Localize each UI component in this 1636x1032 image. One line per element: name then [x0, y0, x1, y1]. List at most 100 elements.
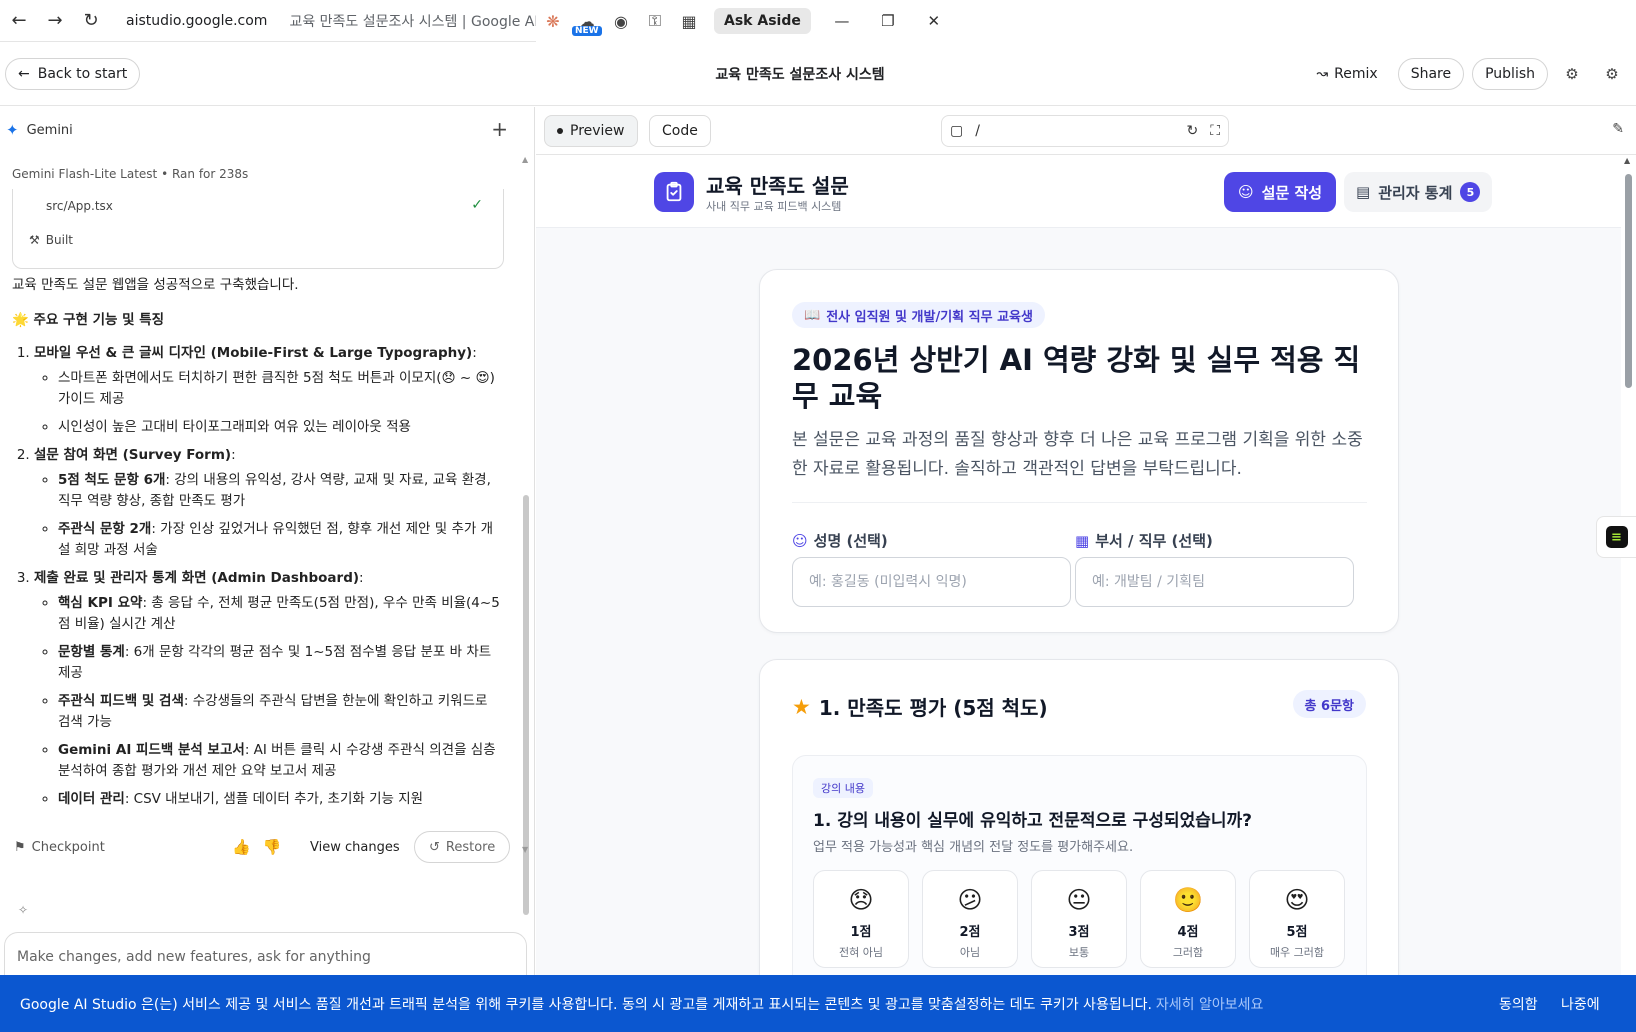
assistant-name: Gemini — [26, 122, 73, 138]
survey-write-button[interactable]: ☺ 설문 작성 — [1224, 172, 1337, 212]
rating-option-1[interactable]: 😞 1점 전혀 아님 — [813, 870, 909, 968]
extension-new-icon[interactable]: ☁ NEW — [570, 4, 604, 38]
build-file[interactable]: src/App.tsx — [46, 199, 113, 213]
response-count-badge: 5 — [1460, 182, 1481, 202]
rating-option-5[interactable]: 😍 5점 매우 그러함 — [1249, 870, 1345, 968]
scroll-up-icon[interactable]: ▲ — [522, 155, 528, 164]
view-changes-button[interactable]: View changes — [310, 840, 400, 855]
rating-emoji-icon: 😕 — [957, 886, 983, 914]
rating-option-4[interactable]: 🙂 4점 그러함 — [1140, 870, 1236, 968]
restore-label: Restore — [445, 839, 496, 855]
puzzle-extensions-icon[interactable]: ▦ — [672, 4, 706, 38]
later-button[interactable]: 나중에 — [1561, 994, 1600, 1014]
rating-option-2[interactable]: 😕 2점 아님 — [922, 870, 1018, 968]
checkpoint[interactable]: ⚑ Checkpoint — [14, 840, 105, 855]
minimize-icon[interactable]: — — [819, 0, 865, 42]
message-actions: ⚑ Checkpoint 👍 👎 View changes ↺ Restore — [14, 831, 511, 863]
dept-input[interactable] — [1075, 557, 1354, 607]
chat-panel: ✦ Gemini + Gemini Flash-Lite Latest • Ra… — [0, 107, 535, 975]
question-count-badge: 총 6문항 — [1292, 690, 1366, 718]
new-chat-plus-icon[interactable]: + — [491, 117, 508, 141]
scroll-down-icon[interactable]: ▼ — [522, 845, 528, 854]
ask-aside-button[interactable]: Ask Aside — [714, 8, 811, 34]
name-field-label: ☺ 성명 (선택) — [792, 530, 888, 551]
check-circle-icon: ✓ — [471, 197, 483, 213]
claude-extension-icon[interactable]: ❋ — [536, 4, 570, 38]
agree-button[interactable]: 동의함 — [1499, 994, 1538, 1014]
chat-scrollbar[interactable]: ▲ ▼ — [522, 155, 530, 915]
preview-toolbar: Preview Code ▢ / ↻ ⛶ ✎ — [536, 107, 1636, 155]
preview-scroll-thumb[interactable] — [1625, 174, 1632, 388]
address-bar[interactable]: aistudio.google.com — [126, 13, 267, 29]
back-arrow-icon[interactable]: ← — [2, 4, 36, 38]
restore-button[interactable]: ↺ Restore — [414, 831, 511, 863]
preview-scrollbar[interactable]: ▲ — [1621, 156, 1636, 975]
divider — [792, 502, 1367, 503]
annotate-pencil-icon[interactable]: ✎ — [1612, 121, 1624, 137]
feature-section-title: 제출 완료 및 관리자 통계 화면 (Admin Dashboard) — [34, 570, 360, 586]
feature-item: 시인성이 높은 고대비 타이포그래피와 여유 있는 레이아웃 적용 — [58, 417, 502, 438]
refresh-icon[interactable]: ↻ — [1186, 123, 1198, 139]
brand-title: 교육 만족도 설문 — [706, 174, 849, 198]
name-input[interactable] — [792, 557, 1071, 607]
extension-logo-icon: ≡ — [1605, 526, 1628, 548]
forward-arrow-icon[interactable]: → — [38, 4, 72, 38]
survey-app-navbar: 교육 만족도 설문 사내 직무 교육 피드백 시스템 ☺ 설문 작성 ▤ 관리자… — [536, 156, 1621, 228]
feature-item-text: : CSV 내보내기, 샘플 데이터 추가, 초기화 기능 지원 — [124, 791, 424, 807]
feature-item: Gemini AI 피드백 분석 보고서: AI 버튼 클릭 시 수강생 주관식… — [58, 740, 502, 782]
audience-label: 전사 임직원 및 개발/기획 직무 교육생 — [826, 309, 1033, 325]
remix-label: Remix — [1334, 66, 1378, 82]
cookie-banner: Google AI Studio 은(는) 서비스 제공 및 서비스 품질 개선… — [0, 975, 1636, 1032]
thumbs-up-icon[interactable]: 👍 — [232, 838, 251, 856]
admin-stats-button[interactable]: ▤ 관리자 통계 5 — [1344, 172, 1493, 212]
survey-description: 본 설문은 교육 과정의 품질 향상과 향후 더 나은 교육 프로그램 기획을 … — [792, 430, 1363, 479]
rating-label: 전혀 아님 — [839, 946, 883, 959]
feature-item: 데이터 관리: CSV 내보내기, 샘플 데이터 추가, 초기화 기능 지원 — [58, 789, 502, 810]
bug-icon[interactable]: ⚙ — [1556, 58, 1588, 90]
assistant-header: ✦ Gemini — [6, 121, 73, 139]
tab-code[interactable]: Code — [649, 115, 711, 147]
survey-title: 2026년 상반기 AI 역량 강화 및 실무 적용 직무 교육 — [792, 343, 1361, 413]
fullscreen-icon[interactable]: ⛶ — [1210, 123, 1220, 139]
scroll-up-icon[interactable]: ▲ — [1624, 156, 1630, 165]
audience-badge: 📖 전사 임직원 및 개발/기획 직무 교육생 — [792, 302, 1045, 328]
name-label-text: 성명 (선택) — [813, 532, 888, 550]
rating-score: 3점 — [1068, 925, 1090, 940]
thumbs-down-icon[interactable]: 👎 — [263, 838, 282, 856]
feature-item-bold: 데이터 관리 — [58, 791, 125, 807]
settings-gear-icon[interactable]: ⚙ — [1596, 58, 1628, 90]
feature-item: 주관식 피드백 및 검색: 수강생들의 주관식 답변을 한눈에 확인하고 키워드… — [58, 691, 502, 733]
rating-option-3[interactable]: 😐 3점 보통 — [1031, 870, 1127, 968]
preview-url-bar[interactable]: ▢ / ↻ ⛶ — [941, 115, 1229, 147]
section-title: ★ 1. 만족도 평가 (5점 척도) — [792, 692, 1048, 721]
run-duration: Ran for 238s — [171, 167, 249, 181]
remix-button[interactable]: ↝ Remix — [1304, 58, 1389, 90]
feature-item-bold: 핵심 KPI 요약 — [58, 595, 143, 611]
feature-item-bold: Gemini AI 피드백 분석 보고서 — [58, 742, 245, 758]
hammer-icon: ⚒ — [29, 233, 40, 247]
learn-more-link[interactable]: 자세히 알아보세요 — [1156, 994, 1264, 1014]
tab-preview[interactable]: Preview — [544, 115, 638, 147]
suggestion-sparkle-icon[interactable]: ✧ — [18, 903, 28, 917]
restore-window-icon[interactable]: ❐ — [865, 0, 911, 42]
device-icon[interactable]: ▢ — [950, 123, 963, 139]
key-icon[interactable]: ⚿ — [638, 4, 672, 38]
user-icon: ☺ — [792, 531, 808, 550]
publish-button[interactable]: Publish — [1472, 58, 1548, 90]
question-text: 1. 강의 내용이 실무에 유익하고 전문적으로 구성되었습니까? — [813, 811, 1253, 831]
close-window-icon[interactable]: ✕ — [911, 0, 957, 42]
share-button[interactable]: Share — [1397, 58, 1465, 90]
prompt-input[interactable]: Make changes, add new features, ask for … — [4, 932, 527, 975]
build-status-label: Built — [45, 233, 73, 247]
side-extension-button[interactable]: ≡ — [1596, 516, 1636, 558]
reload-icon[interactable]: ↻ — [74, 4, 108, 38]
question-card: 강의 내용 1. 강의 내용이 실무에 유익하고 전문적으로 구성되었습니까? … — [792, 755, 1367, 975]
model-name: Gemini Flash-Lite Latest — [12, 167, 158, 181]
dept-label-text: 부서 / 직무 (선택) — [1095, 532, 1213, 550]
feature-item-bold: 문항별 통계 — [58, 644, 125, 660]
new-badge: NEW — [572, 26, 602, 36]
app-header: ← Back to start 교육 만족도 설문조사 시스템 ↝ Remix … — [0, 42, 1636, 106]
camera-icon[interactable]: ◉ — [604, 4, 638, 38]
rating-emoji-icon: 😞 — [848, 886, 874, 914]
feature-item-bold: 5점 척도 문항 6개 — [58, 472, 166, 488]
